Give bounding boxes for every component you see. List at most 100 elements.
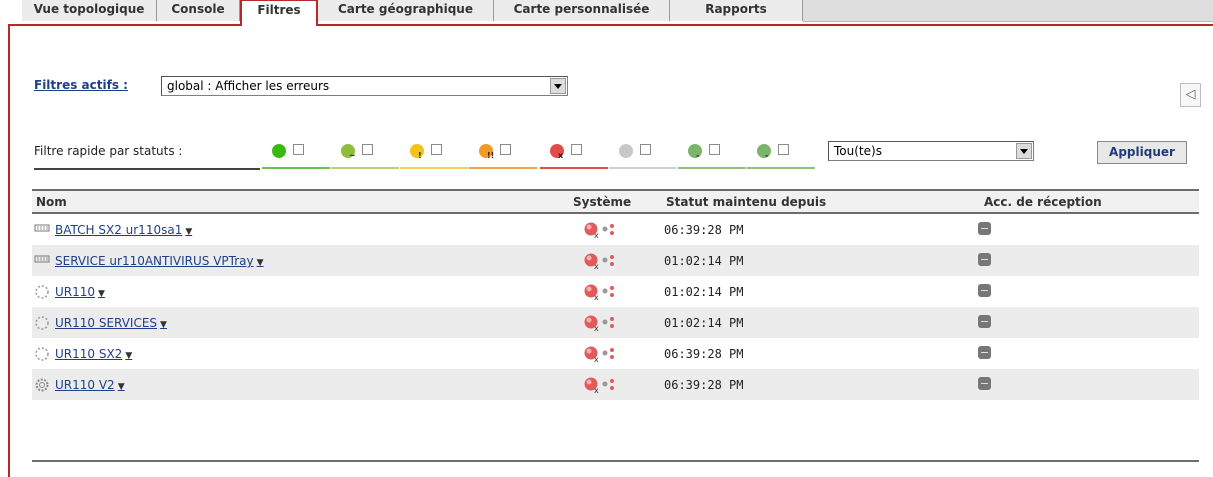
object-name-link[interactable]: UR110 V2 ▼ (55, 378, 125, 392)
acknowledge-icon[interactable] (978, 315, 991, 328)
tab-geographic-map[interactable]: Carte géographique (318, 0, 494, 21)
tab-bar: Vue topologique Console Filtres Carte gé… (0, 0, 1213, 26)
gear-icon (34, 377, 50, 392)
quick-filter-label: Filtre rapide par statuts : (34, 144, 183, 158)
tab-custom-map[interactable]: Carte personnalisée (494, 0, 670, 21)
object-name-text: BATCH SX2 ur110sa1 (55, 223, 183, 237)
status-color-bar (262, 167, 330, 169)
status-filter-item (609, 141, 677, 169)
status-checkbox[interactable] (500, 144, 511, 155)
table-bottom-border (32, 460, 1199, 462)
status-checkbox[interactable] (640, 144, 651, 155)
acknowledge-icon[interactable] (978, 346, 991, 359)
table-row[interactable]: UR110 SERVICES ▼ x 01:02:14 PM (32, 307, 1199, 338)
dropdown-arrow-icon[interactable]: ▼ (118, 382, 125, 392)
status-scope-select[interactable]: Tou(te)s (828, 141, 1034, 161)
status-warning-icon: ~ (341, 144, 356, 160)
system-status-critical-icon: x (582, 221, 624, 240)
dropdown-arrow-icon[interactable]: ▼ (125, 351, 132, 361)
object-name-text: UR110 V2 (55, 378, 115, 392)
object-name-link[interactable]: UR110 SERVICES ▼ (55, 316, 167, 330)
object-name-link[interactable]: UR110 ▼ (55, 285, 105, 299)
host-dotted-icon (34, 284, 50, 299)
status-color-bar (540, 167, 608, 169)
table-row[interactable]: BATCH SX2 ur110sa1 ▼ x 06:39:28 PM (32, 214, 1199, 245)
status-filter-item: ~ (331, 141, 399, 169)
speaker-icon[interactable]: ◁ (1180, 83, 1201, 107)
status-checkbox[interactable] (571, 144, 582, 155)
acknowledge-icon[interactable] (978, 284, 991, 297)
acknowledge-icon[interactable] (978, 377, 991, 390)
status-major-icon: !! (479, 144, 494, 160)
svg-text:x: x (594, 386, 599, 394)
column-name[interactable]: Nom (36, 195, 67, 209)
status-mark: x (558, 151, 564, 160)
status-filter-item: x (540, 141, 608, 169)
status-unknown-icon (619, 144, 633, 158)
quick-filter-underline (34, 168, 260, 170)
status-scope-value: Tou(te)s (834, 144, 882, 158)
svg-text:x: x (594, 293, 599, 301)
table-row[interactable]: UR110 ▼ x 01:02:14 PM (32, 276, 1199, 307)
host-dotted-icon (34, 346, 50, 361)
host-dotted-icon (34, 315, 50, 330)
dropdown-arrow-icon[interactable]: ▼ (185, 227, 192, 237)
dropdown-arrow-icon[interactable]: ▼ (160, 320, 167, 330)
status-unmanaged-icon: - (757, 144, 771, 160)
status-color-bar (747, 167, 815, 169)
system-status-critical-icon: x (582, 345, 624, 364)
status-since-time: 01:02:14 PM (664, 316, 744, 330)
object-name-link[interactable]: BATCH SX2 ur110sa1 ▼ (55, 223, 192, 237)
status-filter-item: ! (400, 141, 468, 169)
acknowledge-icon[interactable] (978, 222, 991, 235)
status-color-bar (331, 167, 399, 169)
status-since-time: 01:02:14 PM (664, 285, 744, 299)
tab-console[interactable]: Console (157, 0, 240, 21)
chevron-down-icon (550, 78, 566, 94)
acknowledge-icon[interactable] (978, 253, 991, 266)
status-since-time: 06:39:28 PM (664, 223, 744, 237)
system-status-critical-icon: x (582, 376, 624, 395)
column-system[interactable]: Système (573, 195, 631, 209)
dropdown-arrow-icon[interactable]: ▼ (257, 258, 264, 268)
status-checkbox[interactable] (778, 144, 789, 155)
table-row[interactable]: SERVICE ur110ANTIVIRUS VPTray ▼ x 01:02:14 … (32, 245, 1199, 276)
batch-icon (34, 222, 50, 234)
active-filters-label[interactable]: Filtres actifs : (34, 78, 128, 92)
tab-topology-view[interactable]: Vue topologique (22, 0, 157, 21)
object-name-text: UR110 SERVICES (55, 316, 158, 330)
svg-text:x: x (594, 231, 599, 239)
dropdown-arrow-icon[interactable]: ▼ (98, 289, 105, 299)
status-checkbox[interactable] (431, 144, 442, 155)
table-row[interactable]: UR110 V2 ▼ x 06:39:28 PM (32, 369, 1199, 400)
status-filter-item: - (747, 141, 815, 169)
status-color-bar (678, 167, 746, 169)
status-checkbox[interactable] (709, 144, 720, 155)
system-status-critical-icon: x (582, 314, 624, 333)
table-row[interactable]: UR110 SX2 ▼ x 06:39:28 PM (32, 338, 1199, 369)
column-acknowledged[interactable]: Acc. de réception (984, 195, 1102, 209)
object-name-text: SERVICE ur110ANTIVIRUS VPTray (55, 254, 254, 268)
status-checkbox[interactable] (293, 144, 304, 155)
object-name-text: UR110 (55, 285, 96, 299)
object-name-link[interactable]: SERVICE ur110ANTIVIRUS VPTray ▼ (55, 254, 264, 268)
object-name-link[interactable]: UR110 SX2 ▼ (55, 347, 132, 361)
tab-filters[interactable]: Filtres (240, 0, 318, 26)
active-filter-select[interactable]: global : Afficher les erreurs (161, 76, 568, 96)
status-mark: ! (418, 151, 422, 160)
system-status-critical-icon: x (582, 283, 624, 302)
tab-reports[interactable]: Rapports (670, 0, 803, 21)
svg-text:x: x (594, 355, 599, 363)
status-maintenance-icon: - (688, 144, 702, 160)
svg-text:x: x (594, 324, 599, 332)
apply-button[interactable]: Appliquer (1097, 141, 1187, 164)
table-header: Nom Système Statut maintenu depuis Acc. … (32, 189, 1199, 214)
status-color-bar (400, 167, 468, 169)
chevron-down-icon (1016, 143, 1032, 159)
status-mark: - (696, 151, 700, 160)
system-status-critical-icon: x (582, 252, 624, 271)
status-ok-icon (272, 144, 286, 158)
status-checkbox[interactable] (362, 144, 373, 155)
column-status-since[interactable]: Statut maintenu depuis (666, 195, 826, 209)
tab-bar-filler (803, 0, 1213, 22)
